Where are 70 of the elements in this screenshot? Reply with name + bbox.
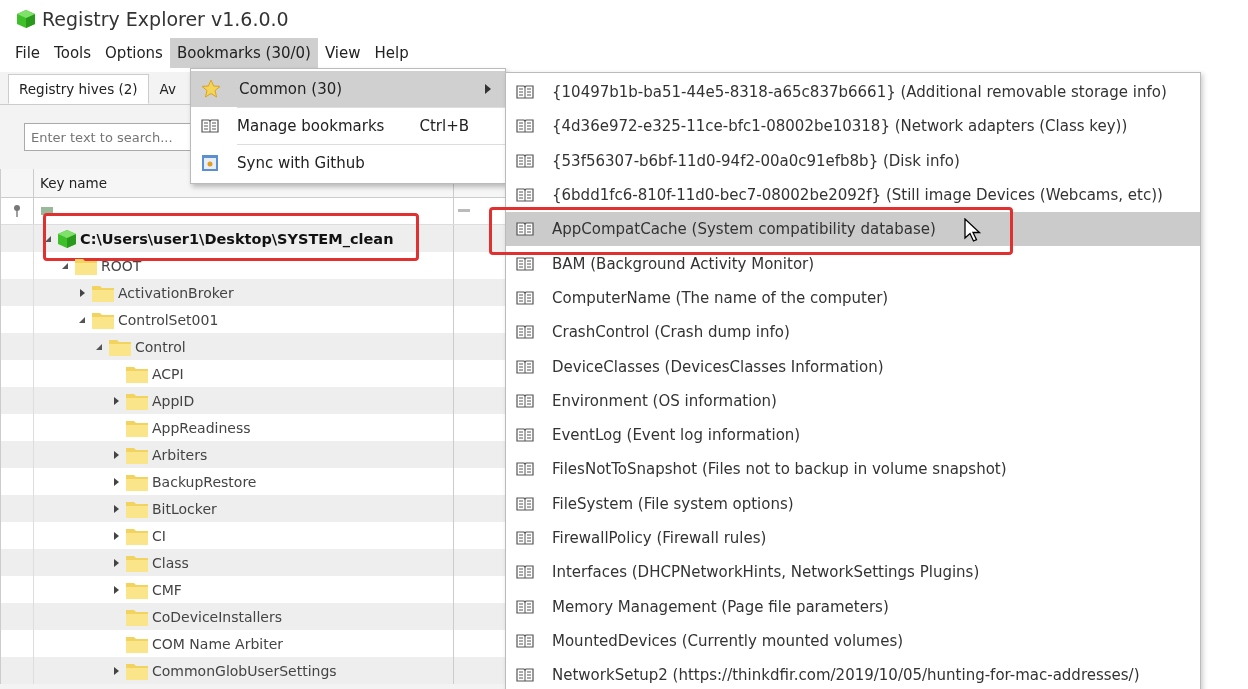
menu-item[interactable]: Bookmarks (30/0): [169, 38, 318, 68]
menu-item[interactable]: FileSystem (File system options): [506, 486, 1200, 521]
book-icon: [516, 496, 534, 511]
filter-cell-icon[interactable]: [40, 205, 54, 217]
tree-node-label[interactable]: AppID: [152, 392, 195, 409]
menu-item[interactable]: Interfaces (DHCPNetworkHints, NetworkSettings Plugins): [506, 555, 1200, 590]
menu-item[interactable]: BAM (Background Activity Monitor): [506, 246, 1200, 281]
tree-node-label[interactable]: AppReadiness: [152, 419, 251, 436]
menu-item[interactable]: Help: [367, 38, 416, 68]
tree-node-label[interactable]: CoDeviceInstallers: [152, 608, 283, 625]
menu-item[interactable]: ComputerName (The name of the computer): [506, 280, 1200, 316]
menu-item[interactable]: File: [8, 38, 48, 68]
menu-item[interactable]: FirewallPolicy (Firewall rules): [506, 520, 1200, 556]
book-icon: [516, 531, 534, 545]
tree-node-label[interactable]: Class: [152, 554, 189, 571]
menu-item[interactable]: CrashControl (Crash dump info): [506, 315, 1200, 350]
book-icon: [516, 222, 534, 237]
tree-node-label[interactable]: ROOT: [101, 257, 142, 274]
menu-item[interactable]: View: [317, 38, 368, 68]
book-icon: [516, 599, 534, 614]
hive-icon: [57, 228, 77, 249]
tree-node-label[interactable]: Arbiters: [152, 446, 208, 463]
tab[interactable]: Registry hives (2): [8, 74, 149, 104]
shortcut-label: Ctrl+B: [419, 117, 470, 135]
book-icon: [201, 119, 219, 133]
menu-item[interactable]: Common (30): [191, 71, 505, 107]
book-icon: [516, 256, 534, 271]
menu-item[interactable]: {6bdd1fc6-810f-11d0-bec7-08002be2092f} (Still image Devices (Webcams, etc)): [506, 177, 1200, 213]
menu-item[interactable]: EventLog (Event log information): [506, 417, 1200, 453]
menu-item[interactable]: {53f56307-b6bf-11d0-94f2-00a0c91efb8b} (Disk info): [506, 143, 1200, 178]
tree-node-label[interactable]: ACPI: [152, 365, 184, 382]
app-logo-icon: [16, 9, 36, 29]
book-icon: [516, 119, 534, 134]
menu-item[interactable]: MountedDevices (Currently mounted volumes): [506, 623, 1200, 659]
book-icon: [516, 565, 534, 580]
tree-node-label[interactable]: COM Name Arbiter: [152, 635, 284, 652]
book-icon: [516, 153, 534, 168]
book-icon: [516, 85, 534, 100]
menu-item[interactable]: AppCompatCache (System compatibility database): [506, 212, 1200, 247]
book-icon: [516, 462, 534, 477]
book-icon: [516, 290, 534, 305]
book-icon: [516, 325, 534, 340]
book-icon: [516, 633, 534, 648]
menu-item[interactable]: {10497b1b-ba51-44e5-8318-a65c837b6661} (Additional removable storage info): [506, 75, 1200, 110]
menu-item[interactable]: Options: [98, 38, 170, 68]
tree-node-label[interactable]: CI: [152, 527, 166, 544]
book-icon: [516, 188, 534, 203]
menu-item[interactable]: Environment (OS information): [506, 383, 1200, 418]
tree-node-label[interactable]: BitLocker: [152, 500, 217, 517]
menu-item[interactable]: Memory Management (Page file parameters): [506, 589, 1200, 624]
tab[interactable]: Av: [148, 74, 188, 104]
menu-item[interactable]: DeviceClasses (DevicesClasses Information): [506, 349, 1200, 384]
tree-node-label[interactable]: ActivationBroker: [118, 284, 234, 301]
book-icon: [516, 359, 534, 374]
mouse-cursor-icon: [964, 218, 982, 245]
window-title: Registry Explorer v1.6.0.0: [42, 8, 289, 30]
tree-node-label[interactable]: Control: [135, 338, 186, 355]
menu-item[interactable]: {4d36e972-e325-11ce-bfc1-08002be10318} (Network adapters (Class key)): [506, 109, 1200, 144]
menu-item[interactable]: FilesNotToSnapshot (Files not to backup in volume snapshot): [506, 452, 1200, 487]
menu-item[interactable]: NetworkSetup2 (https://thinkdfir.com/2019/10/05/hunting-for-mac-addresses/): [506, 658, 1200, 689]
tree-node-label[interactable]: CMF: [152, 581, 182, 598]
filter-icon[interactable]: [13, 205, 21, 217]
book-icon: [516, 668, 534, 683]
star-icon: [201, 79, 221, 99]
tree-node-label[interactable]: BackupRestore: [152, 473, 257, 490]
book-icon: [516, 428, 534, 443]
window-icon: [201, 154, 219, 172]
book-icon: [516, 393, 534, 408]
tree-node-label[interactable]: ControlSet001: [118, 311, 219, 328]
menu-item[interactable]: Tools: [47, 38, 99, 68]
